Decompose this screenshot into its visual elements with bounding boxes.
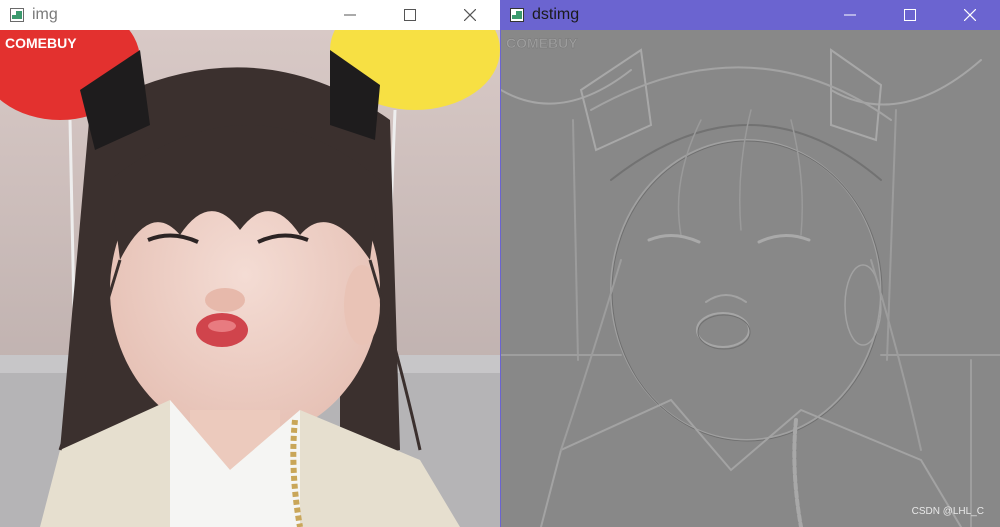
image-view-embossed: COMEBUY CSDN @LHL_C (500, 30, 1000, 527)
photo-embossed: COMEBUY (500, 30, 1000, 527)
close-icon (464, 9, 476, 21)
close-button[interactable] (940, 0, 1000, 30)
minimize-icon (344, 14, 356, 16)
svg-text:COMEBUY: COMEBUY (506, 35, 578, 51)
maximize-button[interactable] (880, 0, 940, 30)
maximize-icon (404, 9, 416, 21)
photo-girl: COMEBUY (0, 0, 500, 527)
close-button[interactable] (440, 0, 500, 30)
maximize-icon (904, 9, 916, 21)
window-title: dstimg (532, 6, 580, 23)
window-img: img COMEBUY (0, 0, 500, 527)
app-icon (510, 8, 524, 22)
titlebar-dstimg[interactable]: dstimg (500, 0, 1000, 30)
window-dstimg: dstimg COMEBUY CSDN @LHL_C (500, 0, 1000, 527)
minimize-button[interactable] (820, 0, 880, 30)
minimize-icon (844, 14, 856, 16)
app-icon (10, 8, 24, 22)
svg-text:COMEBUY: COMEBUY (5, 35, 77, 51)
window-title: img (32, 6, 58, 23)
close-icon (964, 9, 976, 21)
titlebar-img[interactable]: img (0, 0, 500, 30)
watermark-text: CSDN @LHL_C (911, 506, 984, 517)
minimize-button[interactable] (320, 0, 380, 30)
image-view-original: COMEBUY (0, 0, 500, 527)
maximize-button[interactable] (380, 0, 440, 30)
